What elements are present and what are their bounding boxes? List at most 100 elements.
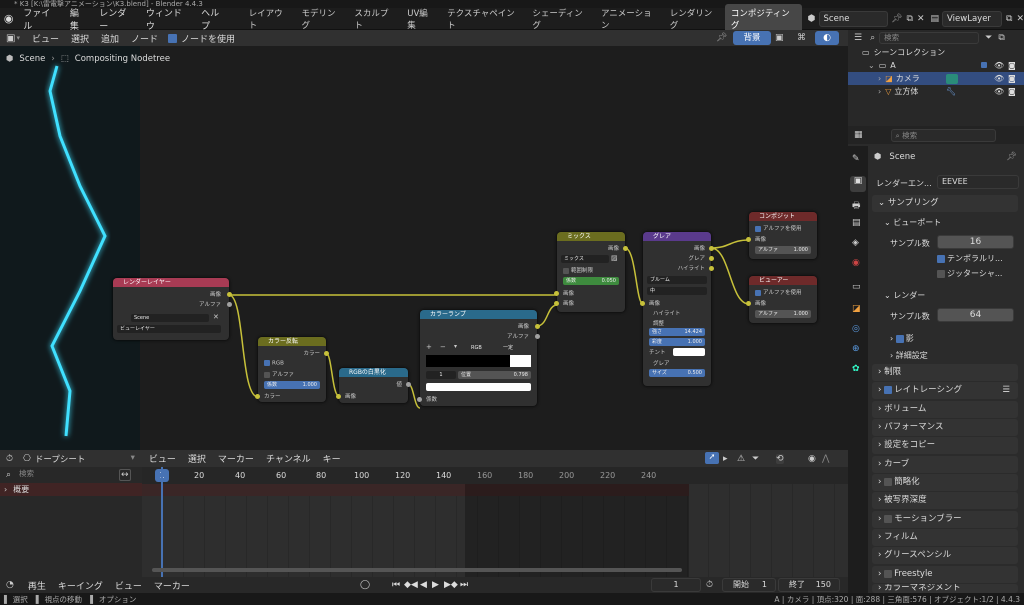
ne-menu-view[interactable]: ビュー [26, 32, 65, 45]
preview-range-icon[interactable]: ⏱ [706, 580, 713, 590]
tab-uv-editing[interactable]: UV編集 [401, 4, 441, 34]
current-frame-field[interactable]: 1 [651, 578, 701, 592]
mix-clamp-checkbox[interactable] [563, 267, 569, 274]
mix-alpha-toggle-icon[interactable]: ▨ [611, 254, 618, 262]
dopesheet-type-icon[interactable]: ⏱ [6, 454, 13, 464]
section-bake[interactable]: › 設定をコピー [872, 437, 1018, 454]
section-volumes[interactable]: › ボリューム [872, 401, 1018, 418]
cr-socket-in[interactable] [417, 397, 422, 402]
properties-pin-icon[interactable]: 📌︎ [1006, 152, 1017, 162]
section-simplify[interactable]: › 簡略化 [872, 474, 1018, 491]
node-mix-header[interactable]: ミックス [557, 232, 625, 241]
section-limits[interactable]: › 制限 [872, 364, 1018, 381]
gl-socket-in[interactable] [640, 301, 645, 306]
dopesheet-mode-select[interactable]: ドープシート ▾ [35, 453, 135, 465]
motion-blur-checkbox[interactable] [884, 514, 893, 523]
section-motion-blur[interactable]: › モーションブラー [872, 511, 1018, 528]
ne-menu-node[interactable]: ノード [125, 32, 164, 45]
ds-filter-icon[interactable]: ⏷ [752, 454, 759, 464]
world-tab-icon[interactable]: ◉ [852, 258, 860, 268]
bw-socket-out[interactable] [406, 382, 411, 387]
tab-animation[interactable]: アニメーション [595, 4, 664, 34]
ds-menu-channel[interactable]: チャンネル [260, 452, 317, 465]
tab-sculpt[interactable]: スカルプト [348, 4, 401, 34]
rl-scene-clear-icon[interactable]: ✕ [213, 313, 219, 321]
vw-use-alpha-checkbox[interactable] [755, 289, 761, 296]
vw-socket-image[interactable] [746, 301, 751, 306]
ci-alpha-checkbox[interactable] [264, 371, 270, 378]
section-sampling[interactable]: ⌄ サンプリング [872, 195, 1018, 212]
dopesheet-mode-icon[interactable]: ⎔ [23, 454, 31, 464]
new-viewlayer-icon[interactable]: ⧉ [1006, 14, 1012, 24]
play-reverse-icon[interactable]: ◀ [420, 580, 427, 590]
node-viewer[interactable]: ビューアー アルファを使用 画像 アルファ 1.000 [746, 276, 817, 323]
next-keyframe-icon[interactable]: ▶◆ [444, 580, 458, 590]
pb-menu-playback[interactable]: 再生 [22, 579, 52, 592]
section-color-management[interactable]: › カラーマネジメント [872, 584, 1018, 593]
section-freestyle[interactable]: › Freestyle [872, 566, 1018, 583]
pin-node-tree-icon[interactable]: 📌︎ [716, 33, 727, 43]
delete-viewlayer-icon[interactable]: ✕ [1016, 14, 1024, 24]
ds-menu-view[interactable]: ビュー [143, 452, 182, 465]
gl-size-field[interactable]: サイズ 0.500 [649, 369, 705, 377]
raytracing-checkbox[interactable] [884, 385, 893, 394]
overlay-icon[interactable]: ◐ [815, 31, 839, 45]
mix-blend-field[interactable]: ミックス [561, 255, 609, 263]
gl-sat-field[interactable]: 彩度 1.000 [649, 338, 705, 346]
viewport-samples-field[interactable]: 16 [937, 235, 1014, 249]
new-scene-icon[interactable]: ⧉ [907, 14, 913, 24]
expand-cube-icon[interactable]: › [878, 87, 881, 96]
tab-compositing[interactable]: コンポジティング [724, 3, 802, 34]
ds-scrollbar[interactable] [152, 568, 682, 572]
editor-type-icon[interactable]: ▣ [6, 33, 15, 44]
tab-texture-paint[interactable]: テクスチャペイント [441, 4, 526, 34]
menu-render[interactable]: レンダー [93, 6, 140, 32]
node-render-layers[interactable]: レンダーレイヤー 画像 アルファ Scene ✕ ビューレイヤー [113, 278, 232, 340]
ds-frame-ruler[interactable]: 1 20 40 60 80 100 120 140 160 180 200 22… [142, 467, 848, 484]
section-grease-pencil[interactable]: › グリースペンシル [872, 547, 1018, 564]
cr-socket-image[interactable] [535, 324, 540, 329]
ds-menu-key[interactable]: キー [317, 452, 347, 465]
pb-menu-keying[interactable]: キーイング [52, 579, 109, 592]
jitter-checkbox[interactable] [937, 269, 945, 278]
node-composite-header[interactable]: コンポジット [749, 212, 817, 221]
cr-socket-alpha[interactable] [535, 334, 540, 339]
node-glare-header[interactable]: グレア [643, 232, 711, 241]
section-raytracing[interactable]: › レイトレーシング ☰ [872, 382, 1018, 399]
temporal-checkbox[interactable] [937, 254, 945, 263]
outliner-filter-icon[interactable]: ⏷ [985, 33, 992, 43]
cube-visibility-icon[interactable]: 👁︎ [994, 87, 1004, 96]
camera-visibility-icon[interactable]: 👁︎ [994, 74, 1004, 83]
gl-socket-glare[interactable] [709, 256, 714, 261]
viewport-subsection[interactable]: ⌄ ビューポート [884, 217, 941, 228]
rl-socket-alpha[interactable] [227, 302, 232, 307]
cr-index-field[interactable]: 1 [426, 371, 456, 379]
rl-layer-field[interactable]: ビューレイヤー [117, 325, 221, 333]
mix-socket-out[interactable] [623, 246, 628, 251]
jump-end-icon[interactable]: ⏭ [460, 580, 468, 590]
scene-field[interactable]: Scene [818, 10, 889, 27]
gl-type-field[interactable]: ブルーム [647, 276, 707, 284]
gl-sec-high[interactable]: ハイライト [653, 309, 680, 317]
menu-file[interactable]: ファイル [17, 6, 64, 32]
cr-color-swatch[interactable] [426, 383, 531, 391]
tab-rendering[interactable]: レンダリング [664, 4, 725, 34]
end-frame-field[interactable]: 終了 150 [778, 578, 840, 592]
raytracing-list-icon[interactable]: ☰ [1002, 382, 1010, 399]
use-nodes-checkbox[interactable] [168, 33, 178, 43]
details-subsection[interactable]: › 詳細設定 [890, 350, 928, 361]
only-selected-icon[interactable]: ➚ [705, 452, 719, 464]
collection-a-visibility-icon[interactable]: 👁︎ [994, 61, 1004, 70]
ds-curve-icon[interactable]: ⋀ [822, 454, 829, 464]
mix-socket-in1[interactable] [554, 291, 559, 296]
ci-socket-in[interactable] [255, 394, 260, 399]
gl-quality-field[interactable]: 中 [647, 287, 707, 295]
node-color-invert-header[interactable]: カラー反転 [258, 337, 326, 346]
render-subsection[interactable]: ⌄ レンダー [884, 290, 925, 301]
outliner-search[interactable]: 検索 [879, 32, 980, 44]
section-curves[interactable]: › カーブ [872, 456, 1018, 473]
gl-sec-glare[interactable]: グレア [653, 359, 670, 367]
freestyle-checkbox[interactable] [884, 569, 893, 578]
gl-tint-swatch[interactable] [673, 348, 705, 356]
cr-remove-stop-icon[interactable]: − [440, 343, 446, 351]
